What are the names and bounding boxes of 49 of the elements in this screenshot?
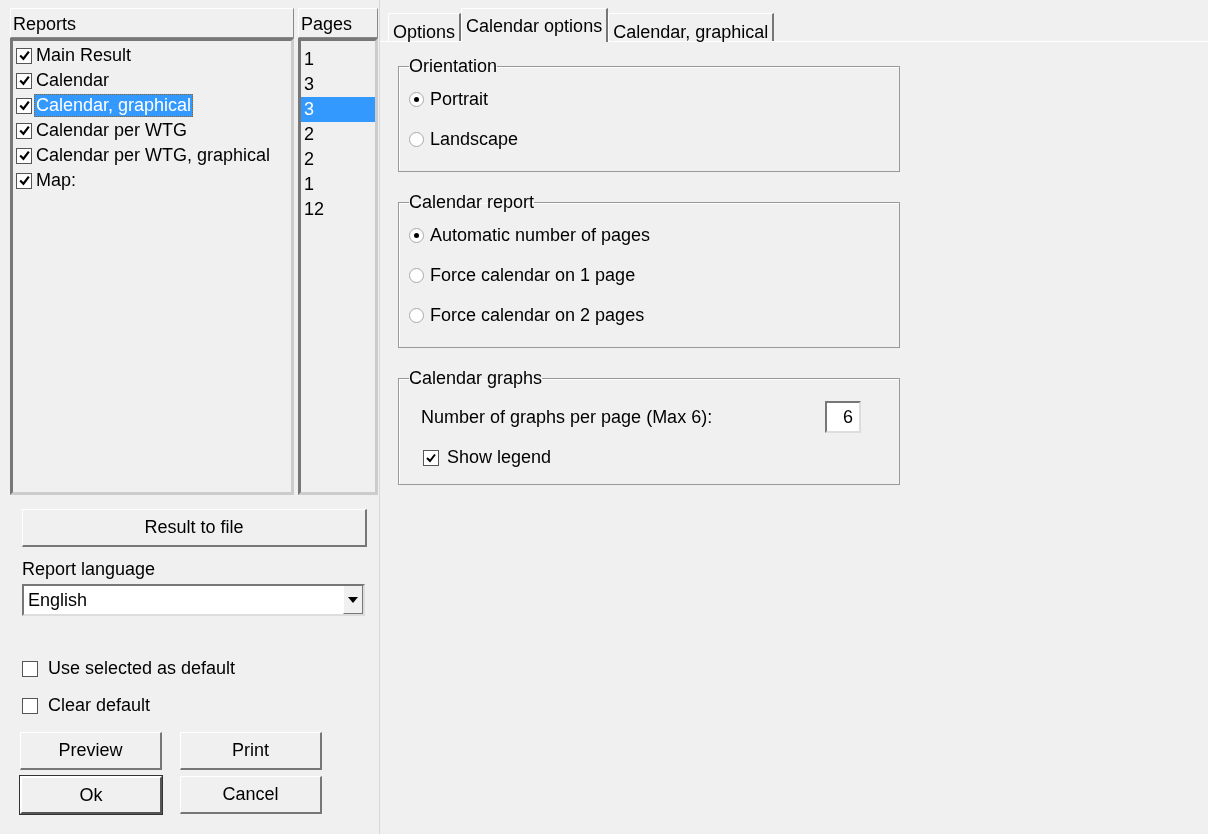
- checkbox[interactable]: [16, 172, 32, 189]
- dialog-button[interactable]: Print: [180, 732, 322, 770]
- dialog-button[interactable]: Preview: [20, 732, 162, 770]
- page-count[interactable]: 12: [301, 197, 375, 222]
- checkbox-label[interactable]: Use selected as default: [48, 658, 236, 679]
- page-count[interactable]: 2: [301, 147, 375, 172]
- language-label: Report language: [22, 559, 157, 580]
- radio-label[interactable]: Force calendar on 2 pages: [430, 304, 645, 326]
- report-item[interactable]: Calendar per WTG, graphical: [34, 144, 273, 167]
- radio-label[interactable]: Portrait: [430, 88, 489, 110]
- graphs-label: Number of graphs per page (Max 6):: [421, 406, 713, 428]
- result-to-file-button[interactable]: Result to file: [22, 509, 367, 547]
- dialog-button[interactable]: Ok: [20, 776, 162, 814]
- report-item[interactable]: Calendar: [34, 69, 112, 92]
- group-title: Calendar report: [409, 192, 535, 213]
- report-item[interactable]: Calendar per WTG: [34, 119, 190, 142]
- language-dropdown[interactable]: English: [22, 584, 365, 616]
- group-title: Calendar graphs: [409, 368, 543, 389]
- checkbox[interactable]: [22, 660, 38, 677]
- radio-button[interactable]: [409, 91, 424, 107]
- checkbox[interactable]: [16, 147, 32, 164]
- page-count[interactable]: 2: [301, 122, 375, 147]
- radio-button[interactable]: [409, 267, 424, 283]
- checkbox[interactable]: [16, 122, 32, 139]
- radio-button[interactable]: [409, 131, 424, 147]
- graphs-input-field[interactable]: 6: [825, 401, 861, 433]
- radio-label[interactable]: Landscape: [430, 128, 519, 150]
- checkbox[interactable]: [423, 449, 439, 466]
- radio-label[interactable]: Force calendar on 1 page: [430, 264, 636, 286]
- report-item[interactable]: Map:: [34, 169, 79, 192]
- checkbox-label[interactable]: Clear default: [48, 695, 151, 716]
- column-header[interactable]: Reports: [10, 8, 294, 38]
- tab[interactable]: Calendar options: [461, 8, 609, 42]
- page-count[interactable]: 3: [301, 72, 375, 97]
- tab[interactable]: Calendar, graphical: [608, 13, 775, 41]
- dialog-button[interactable]: Cancel: [180, 776, 322, 814]
- radio-button[interactable]: [409, 307, 424, 323]
- group-title: Orientation: [409, 56, 498, 77]
- checkbox-label[interactable]: Show legend: [447, 447, 552, 468]
- checkbox[interactable]: [16, 97, 32, 114]
- radio-button[interactable]: [409, 227, 424, 243]
- report-item[interactable]: Main Result: [34, 44, 134, 67]
- radio-label[interactable]: Automatic number of pages: [430, 224, 651, 246]
- checkbox[interactable]: [16, 72, 32, 89]
- page-count[interactable]: 1: [301, 47, 375, 72]
- checkbox[interactable]: [16, 47, 32, 64]
- column-header[interactable]: Pages: [298, 8, 378, 38]
- checkbox[interactable]: [22, 697, 38, 714]
- page-count[interactable]: 1: [301, 172, 375, 197]
